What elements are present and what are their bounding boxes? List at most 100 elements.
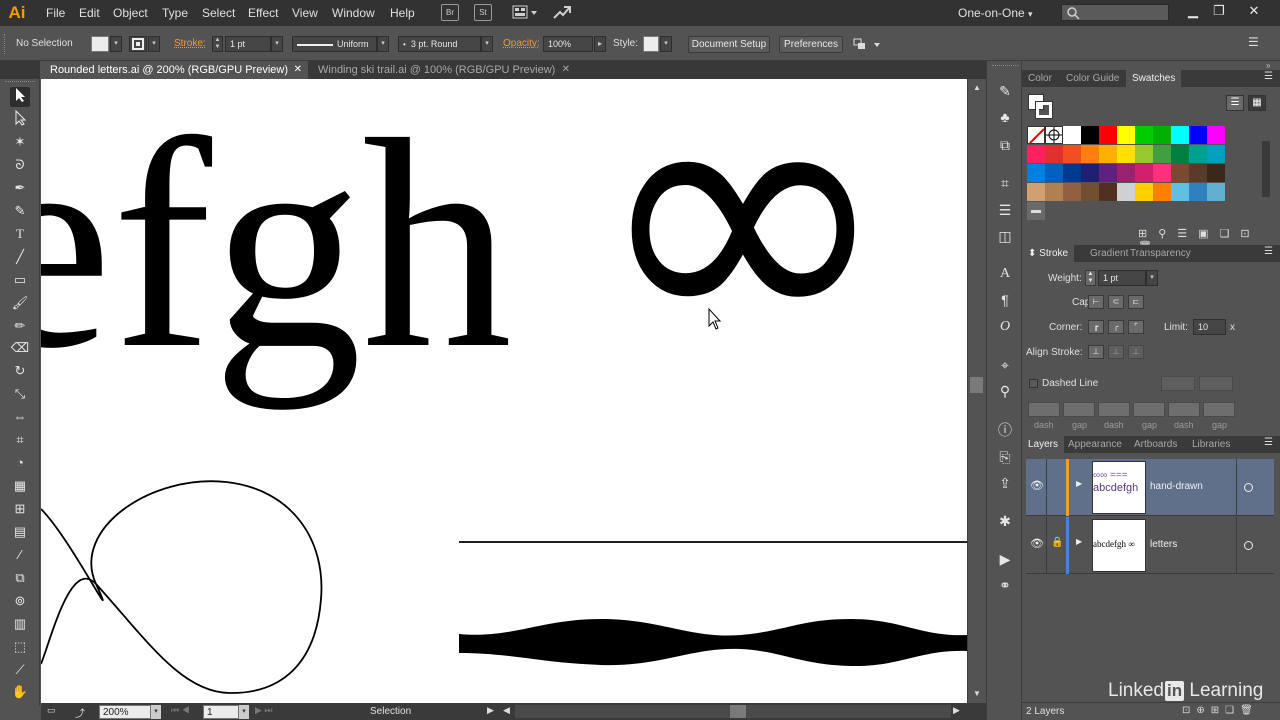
- status-menu-arrow[interactable]: ▶: [487, 705, 494, 716]
- width-tool-icon[interactable]: ⇔: [10, 407, 30, 427]
- opentype-panel-icon[interactable]: O: [994, 317, 1016, 337]
- color-swatch[interactable]: [1063, 145, 1081, 163]
- color-swatch[interactable]: [1207, 126, 1225, 144]
- tab-appearance[interactable]: Appearance: [1062, 436, 1128, 453]
- pencil-tool-icon[interactable]: ✏: [10, 316, 30, 336]
- color-swatch[interactable]: [1081, 145, 1099, 163]
- layers-footer-icons[interactable]: ⊡⊕⊞❏🗑: [1182, 705, 1259, 716]
- gpu-performance-icon[interactable]: [552, 4, 572, 22]
- magic-wand-tool-icon[interactable]: ✶: [10, 132, 30, 152]
- weight-field[interactable]: 1 pt: [1098, 270, 1146, 286]
- menu-view[interactable]: View: [292, 0, 318, 26]
- stroke-dropdown[interactable]: ▾: [148, 36, 160, 52]
- tab-layers[interactable]: Layers: [1022, 436, 1065, 453]
- menu-object[interactable]: Object: [113, 0, 148, 26]
- first-artboard-button[interactable]: ⏮ ◀: [171, 705, 190, 716]
- color-swatch[interactable]: [1153, 183, 1171, 201]
- asset-export-panel-icon[interactable]: ⇪: [994, 473, 1016, 493]
- opacity-label[interactable]: Opacity:: [503, 38, 540, 49]
- color-swatch[interactable]: [1027, 145, 1045, 163]
- symbol-sprayer-tool-icon[interactable]: ⊚: [10, 591, 30, 611]
- restore-button[interactable]: ❐: [1206, 0, 1232, 22]
- visibility-eye-icon[interactable]: 👁: [1030, 537, 1044, 550]
- color-swatch[interactable]: [1189, 164, 1207, 182]
- color-swatch[interactable]: [1135, 126, 1153, 144]
- arrange-documents-icon[interactable]: [512, 5, 538, 21]
- weight-stepper[interactable]: ▲ ▼: [1085, 270, 1096, 286]
- graphic-styles-panel-icon[interactable]: ⧉: [994, 135, 1016, 155]
- search-stock-input[interactable]: [1061, 4, 1169, 21]
- miter-join-button[interactable]: ┏: [1088, 320, 1104, 334]
- close-window-button[interactable]: ✕: [1241, 0, 1267, 22]
- perspective-grid-tool-icon[interactable]: ▦: [10, 476, 30, 496]
- stroke-panel-menu-icon[interactable]: ☰: [1264, 246, 1273, 257]
- hand-tool-icon[interactable]: ✋: [10, 682, 30, 702]
- layer-name[interactable]: hand-drawn: [1150, 481, 1203, 492]
- menu-effect[interactable]: Effect: [248, 0, 278, 26]
- gap-field-1[interactable]: [1063, 402, 1095, 417]
- share-icon[interactable]: ⤴: [75, 705, 89, 720]
- target-circle-icon[interactable]: [1244, 483, 1253, 492]
- graphic-style-swatch[interactable]: [643, 36, 659, 52]
- color-swatch[interactable]: [1045, 183, 1063, 201]
- variable-width-profile[interactable]: Uniform: [292, 36, 377, 52]
- brush-dropdown[interactable]: ▾: [481, 36, 493, 52]
- stroke-label[interactable]: Stroke:: [174, 38, 206, 49]
- hand-drawn-infinity-path[interactable]: [41, 480, 323, 694]
- character-panel-icon[interactable]: A: [994, 264, 1016, 284]
- bridge-button[interactable]: Br: [441, 4, 459, 21]
- tab-winding-ski-trail[interactable]: Winding ski trail.ai @ 100% (RGB/GPU Pre…: [308, 61, 576, 79]
- document-info-panel-icon[interactable]: ⎘: [994, 447, 1016, 467]
- color-swatch[interactable]: [1063, 126, 1081, 144]
- workspace-switcher[interactable]: One-on-One ▾: [958, 0, 1048, 26]
- direct-selection-tool-icon[interactable]: [10, 109, 30, 130]
- round-join-button[interactable]: ╭: [1108, 320, 1124, 334]
- stroke-weight-dropdown[interactable]: ▾: [271, 36, 283, 52]
- swatches-panel-menu-icon[interactable]: ☰: [1264, 71, 1273, 82]
- tab-stroke[interactable]: ⬍ Stroke: [1022, 245, 1075, 262]
- color-swatch[interactable]: [1117, 145, 1135, 163]
- list-view-icon[interactable]: ☰: [1226, 95, 1244, 111]
- stroke-color-swatch[interactable]: [1035, 101, 1053, 119]
- shape-builder-tool-icon[interactable]: ◔: [10, 453, 30, 473]
- preferences-button[interactable]: Preferences: [779, 36, 843, 53]
- fill-swatch[interactable]: [91, 36, 109, 52]
- brush-definition[interactable]: • 3 pt. Round: [398, 36, 481, 52]
- letters-artwork[interactable]: efgh: [41, 79, 512, 411]
- color-swatch[interactable]: [1207, 183, 1225, 201]
- color-swatch[interactable]: [1117, 183, 1135, 201]
- variable-width-stroke-path[interactable]: [459, 619, 967, 667]
- layer-row-hand-drawn[interactable]: 👁 ▶ ∞∞ === abcdefgh hand-drawn: [1026, 459, 1274, 516]
- pen-tool-icon[interactable]: ✒: [10, 178, 30, 198]
- none-swatch[interactable]: [1027, 126, 1045, 144]
- stock-button[interactable]: St: [474, 4, 492, 21]
- profile-dropdown[interactable]: ▾: [377, 36, 389, 52]
- limit-field[interactable]: 10: [1193, 319, 1226, 335]
- color-swatch[interactable]: [1045, 145, 1063, 163]
- links-panel-icon[interactable]: ⚲: [994, 381, 1016, 401]
- gap-field-3[interactable]: [1203, 402, 1235, 417]
- expand-layer-icon[interactable]: ▶: [1076, 537, 1082, 546]
- color-swatch[interactable]: [1135, 164, 1153, 182]
- scroll-up-icon[interactable]: ▲: [973, 83, 981, 92]
- pathfinder-panel-icon[interactable]: ◫: [994, 226, 1016, 246]
- color-swatch[interactable]: [1207, 164, 1225, 182]
- color-swatch[interactable]: [1135, 183, 1153, 201]
- infinity-artwork[interactable]: ∞: [593, 79, 893, 422]
- artboard-number-field[interactable]: 1: [203, 705, 239, 719]
- lasso-tool-icon[interactable]: ᘐ: [10, 155, 30, 175]
- free-transform-tool-icon[interactable]: ⌗: [10, 430, 30, 450]
- css-properties-panel-icon[interactable]: ⚭: [994, 575, 1016, 595]
- color-swatch[interactable]: [1099, 164, 1117, 182]
- layer-row-letters[interactable]: 👁 🔒 ▶ abcdefgh ∞ letters: [1026, 517, 1274, 574]
- layer-name[interactable]: letters: [1150, 539, 1177, 550]
- color-swatch[interactable]: [1045, 164, 1063, 182]
- color-swatch[interactable]: [1063, 164, 1081, 182]
- scale-tool-icon[interactable]: ⤡: [10, 384, 30, 404]
- actions-panel-icon[interactable]: ▶: [994, 549, 1016, 569]
- tab-transparency[interactable]: Transparency: [1124, 245, 1197, 262]
- artboard-canvas[interactable]: efgh ∞: [41, 79, 967, 703]
- color-swatch[interactable]: [1153, 164, 1171, 182]
- eraser-tool-icon[interactable]: ⌫: [10, 338, 30, 358]
- color-swatch[interactable]: [1153, 145, 1171, 163]
